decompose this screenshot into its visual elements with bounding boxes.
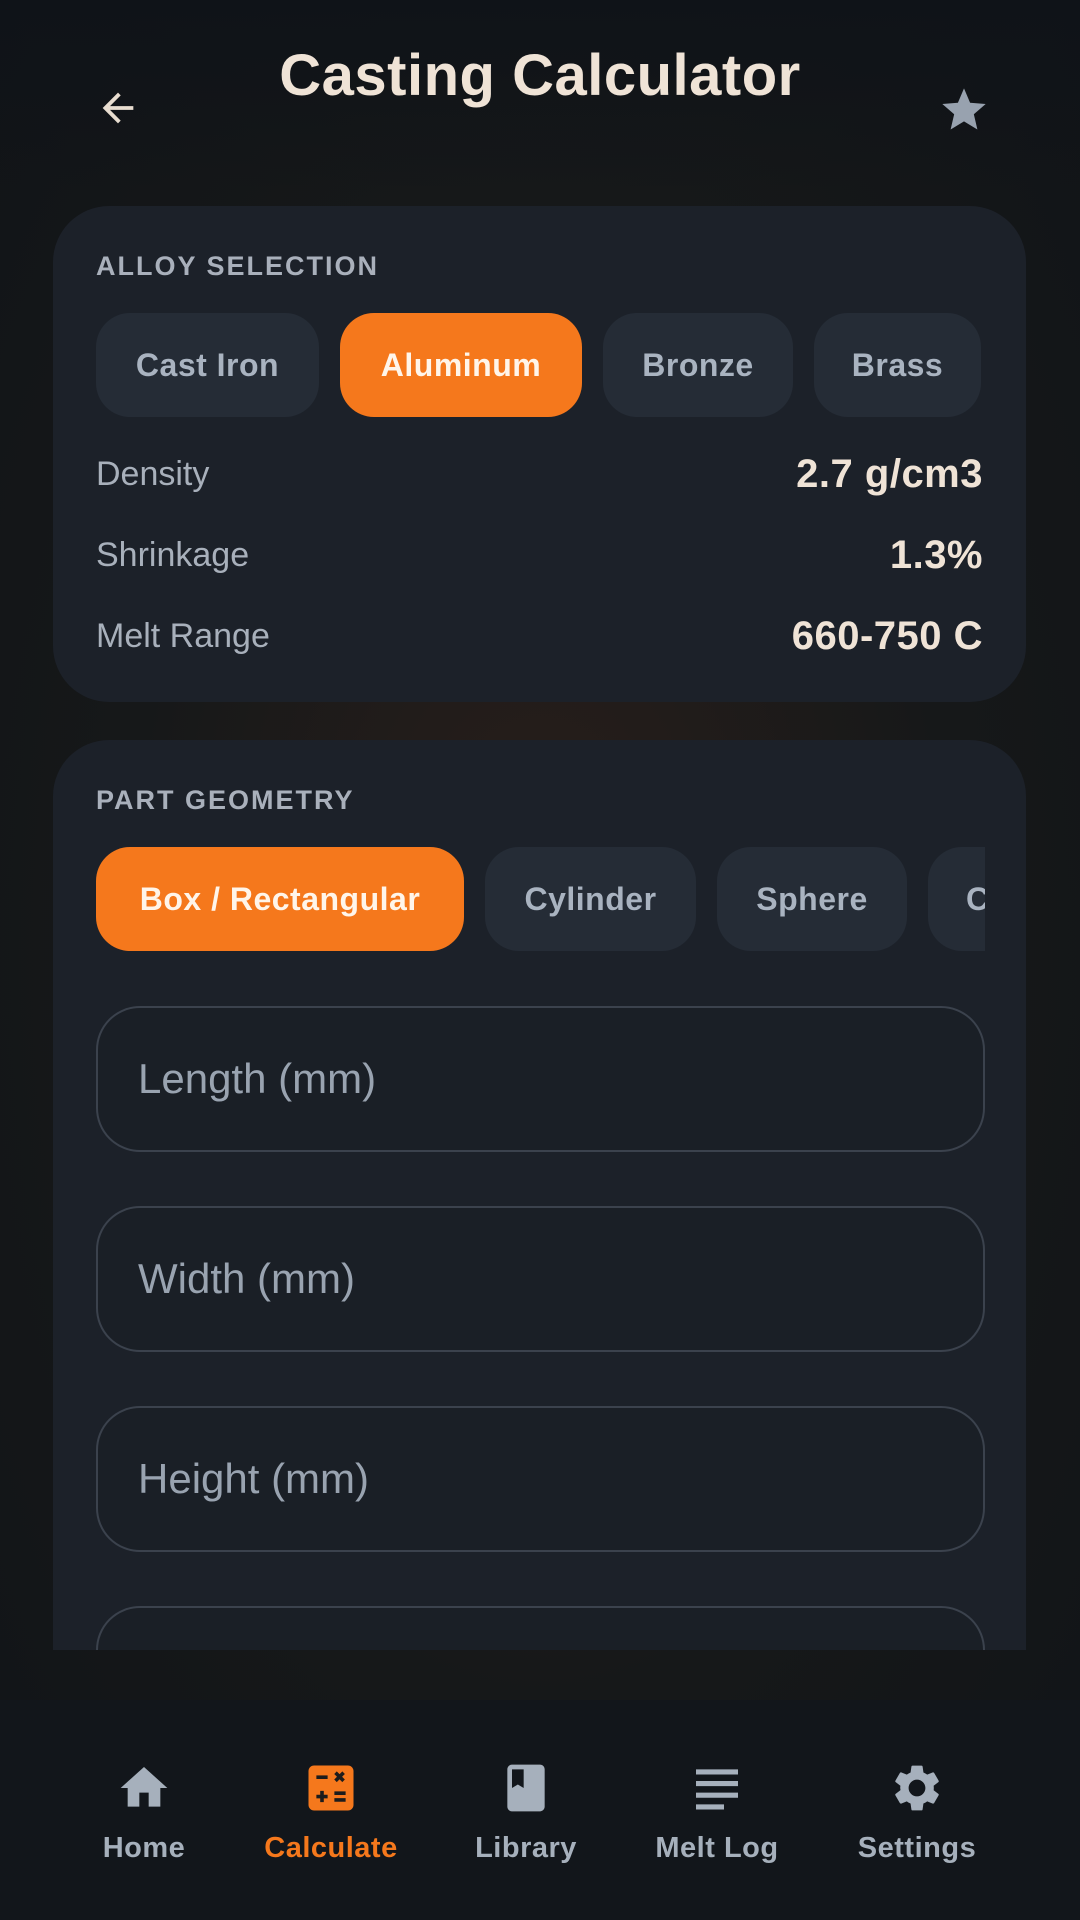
property-name: Density <box>96 454 210 493</box>
length-field[interactable] <box>96 1006 985 1152</box>
nav-label: Calculate <box>264 1832 398 1864</box>
nav-label: Home <box>102 1832 186 1864</box>
property-row-shrinkage: Shrinkage 1.3% <box>96 525 983 585</box>
calculator-icon <box>303 1760 359 1816</box>
star-icon <box>942 88 986 130</box>
nav-item-melt-log[interactable]: Melt Log <box>617 1760 817 1880</box>
property-row-density: Density 2.7 g/cm3 <box>96 444 983 504</box>
part-geometry-card: PART GEOMETRY Box / Rectangular Cylinder… <box>53 740 1026 1650</box>
next-field-partial[interactable] <box>96 1606 985 1650</box>
width-input[interactable] <box>98 1208 983 1350</box>
book-icon <box>498 1760 554 1816</box>
nav-label: Library <box>475 1832 577 1864</box>
alloy-chip-aluminum[interactable]: Aluminum <box>340 313 582 417</box>
gear-icon <box>889 1760 945 1816</box>
home-icon <box>116 1760 172 1816</box>
geometry-chip-scroller[interactable]: Box / Rectangular Cylinder Sphere C <box>96 847 985 951</box>
nav-item-library[interactable]: Library <box>426 1760 626 1880</box>
property-value: 1.3% <box>889 532 983 577</box>
geometry-chip-box[interactable]: Box / Rectangular <box>96 847 464 951</box>
nav-item-calculate[interactable]: Calculate <box>231 1760 431 1880</box>
height-field[interactable] <box>96 1406 985 1552</box>
height-input[interactable] <box>98 1408 983 1550</box>
alloy-chip-row: Cast Iron Aluminum Bronze Brass <box>96 313 981 417</box>
geometry-chip-partial[interactable]: C <box>928 847 985 951</box>
property-row-melt-range: Melt Range 660-750 C <box>96 606 983 666</box>
nav-label: Settings <box>857 1832 977 1864</box>
property-name: Melt Range <box>96 616 270 655</box>
alloy-selection-card: ALLOY SELECTION Cast Iron Aluminum Bronz… <box>53 206 1026 702</box>
app-header: Casting Calculator <box>0 0 1080 190</box>
geometry-chip-cylinder[interactable]: Cylinder <box>485 847 696 951</box>
bottom-navigation: Home Calculate Library Melt Log Settings <box>0 1700 1080 1920</box>
nav-item-home[interactable]: Home <box>44 1760 244 1880</box>
width-field[interactable] <box>96 1206 985 1352</box>
alloy-chip-bronze[interactable]: Bronze <box>603 313 793 417</box>
alloy-chip-cast-iron[interactable]: Cast Iron <box>96 313 319 417</box>
geometry-section-label: PART GEOMETRY <box>96 785 355 815</box>
alloy-chip-brass[interactable]: Brass <box>814 313 981 417</box>
nav-item-settings[interactable]: Settings <box>817 1760 1017 1880</box>
geometry-chip-row: Box / Rectangular Cylinder Sphere C <box>96 847 985 951</box>
property-name: Shrinkage <box>96 535 250 574</box>
property-value: 2.7 g/cm3 <box>796 451 983 496</box>
page-title: Casting Calculator <box>279 43 801 108</box>
property-value: 660-750 C <box>791 613 983 658</box>
geometry-chip-sphere[interactable]: Sphere <box>717 847 907 951</box>
alloy-section-label: ALLOY SELECTION <box>96 251 380 281</box>
length-input[interactable] <box>98 1008 983 1150</box>
nav-label: Melt Log <box>655 1832 779 1864</box>
favorite-button[interactable] <box>932 78 996 142</box>
list-icon <box>689 1760 745 1816</box>
